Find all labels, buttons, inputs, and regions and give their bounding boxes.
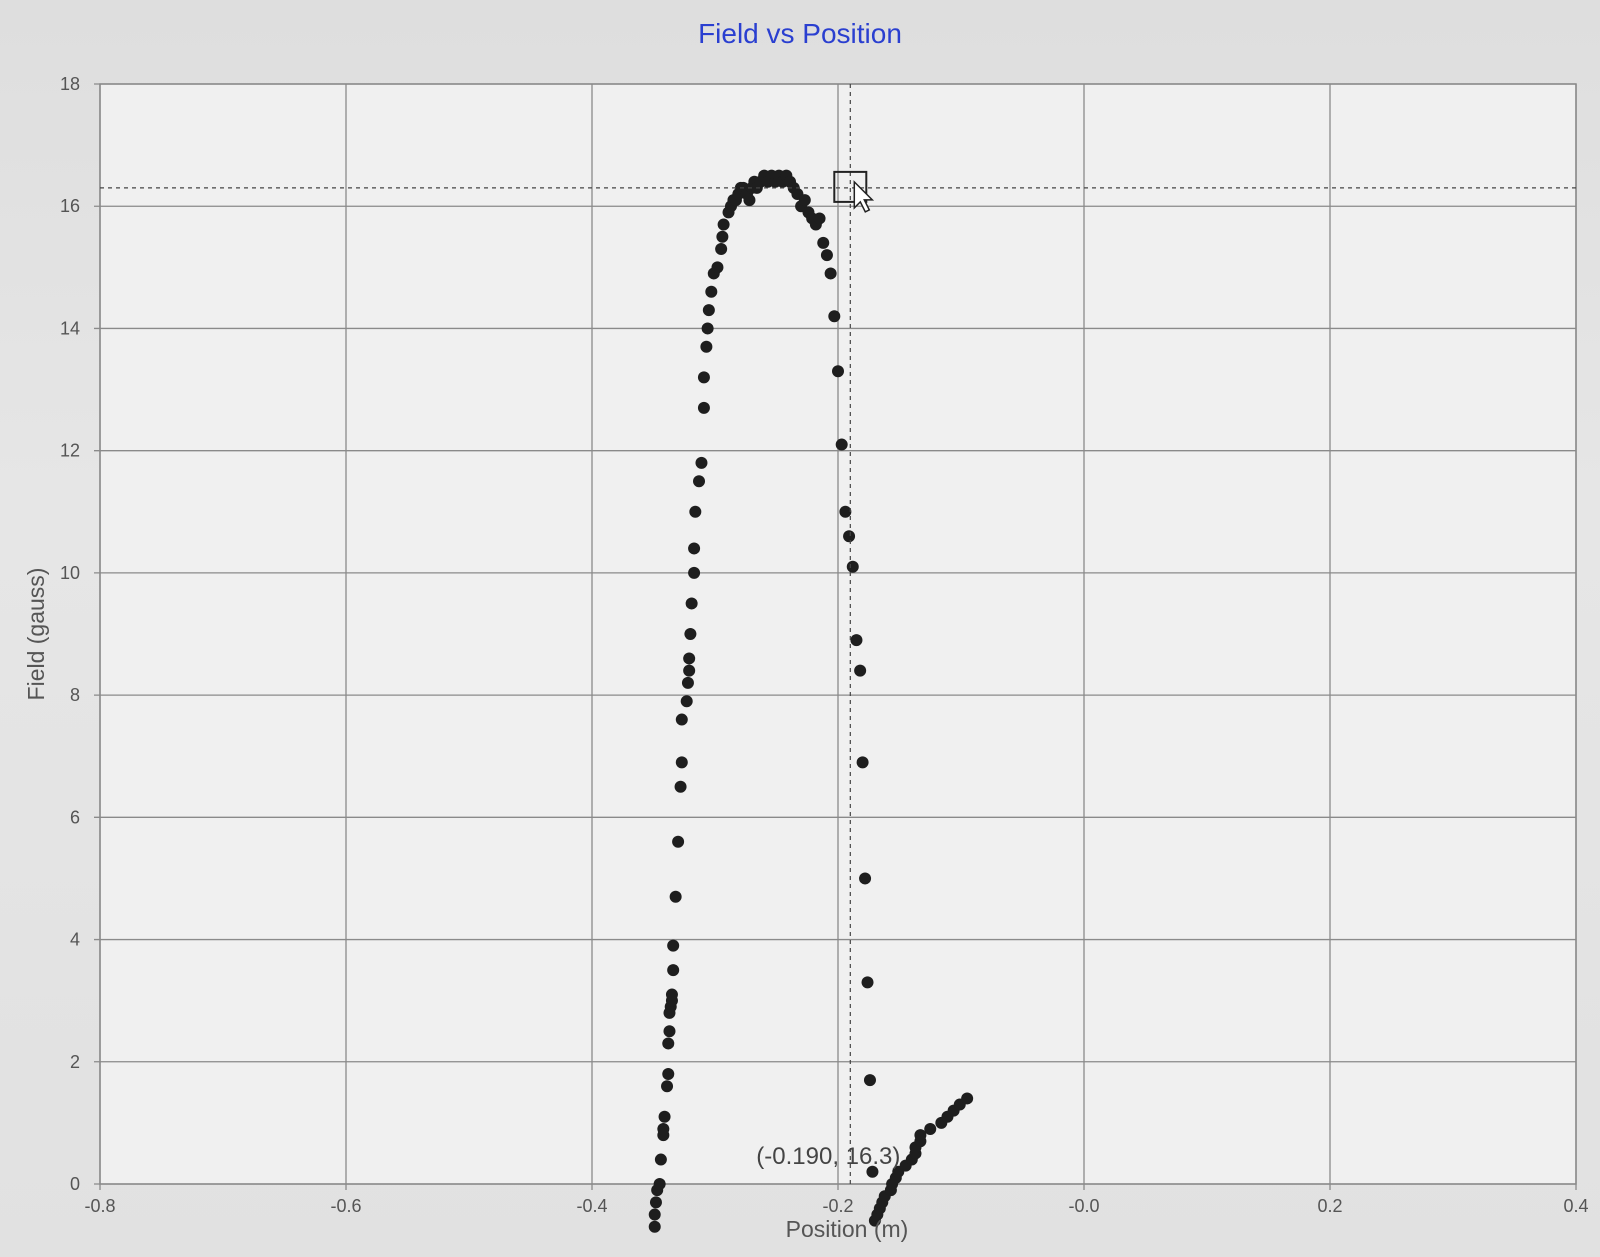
data-point — [697, 371, 710, 384]
data-point — [700, 340, 713, 353]
data-point — [839, 505, 852, 518]
y-tick-label: 2 — [70, 1052, 80, 1072]
data-point — [684, 628, 697, 640]
data-point — [667, 964, 680, 977]
data-point — [798, 194, 811, 207]
y-tick-label: 4 — [70, 930, 80, 950]
data-point — [743, 194, 756, 207]
data-point — [828, 310, 841, 323]
data-point — [820, 249, 833, 262]
app-window: Field vs Position -0.8 -0.6 -0.4 -0.2 -0.0 0.… — [0, 0, 1600, 1257]
data-point — [674, 780, 687, 793]
data-point — [661, 1080, 674, 1093]
cursor-readout: (-0.190, 16.3) — [756, 1143, 900, 1170]
x-tick-label: -0.2 — [822, 1196, 853, 1216]
data-point — [697, 401, 710, 414]
y-tick-label: 6 — [70, 807, 80, 827]
data-point — [832, 365, 844, 378]
data-point — [824, 267, 837, 280]
y-tick-label: 8 — [70, 685, 80, 705]
data-point — [846, 560, 859, 573]
data-point — [675, 756, 688, 769]
data-point — [717, 218, 730, 231]
data-point — [850, 634, 863, 647]
y-tick-label: 0 — [70, 1174, 80, 1194]
data-point — [683, 664, 696, 677]
data-point — [675, 713, 688, 726]
data-point — [695, 456, 708, 469]
data-point — [854, 664, 867, 677]
x-tick-label: -0.6 — [330, 1196, 361, 1216]
data-point — [705, 285, 718, 298]
data-point — [672, 835, 685, 848]
x-axis-label: Position (m) — [786, 1216, 909, 1242]
data-point — [667, 939, 680, 952]
x-tick-label: 0.2 — [1317, 1196, 1342, 1216]
y-tick-label: 12 — [60, 441, 80, 461]
y-tick-label: 14 — [60, 318, 80, 338]
data-point — [688, 542, 701, 555]
y-axis-label: Field (gauss) — [23, 568, 49, 701]
data-point — [813, 212, 826, 225]
x-tick-label: 0.4 — [1563, 1196, 1588, 1216]
data-point — [702, 304, 715, 317]
data-point — [665, 988, 678, 1001]
y-tick-label: 16 — [60, 196, 80, 216]
data-point — [662, 1068, 675, 1080]
chart-plot[interactable]: -0.8 -0.6 -0.4 -0.2 -0.0 0.2 0.4 0 2 4 6 8 10 12 14 16 1… — [0, 0, 1600, 1257]
data-point — [680, 695, 693, 708]
data-point — [961, 1092, 974, 1105]
y-tick-label: 10 — [60, 563, 80, 583]
data-point — [835, 438, 848, 451]
data-point — [648, 1220, 661, 1233]
data-point — [663, 1025, 676, 1038]
data-point — [658, 1110, 671, 1123]
x-tick-label: -0.4 — [576, 1196, 607, 1216]
data-point — [649, 1196, 662, 1209]
data-point — [701, 322, 714, 335]
data-point — [843, 530, 856, 543]
y-tick-label: 18 — [60, 74, 80, 94]
data-point — [657, 1123, 670, 1135]
x-tick-label: -0.8 — [84, 1196, 115, 1216]
data-point — [859, 872, 872, 885]
data-point — [856, 756, 869, 769]
data-point — [654, 1153, 667, 1166]
data-point — [711, 261, 724, 274]
data-point — [861, 976, 874, 989]
data-point — [662, 1037, 675, 1050]
data-point — [648, 1208, 661, 1221]
data-point — [681, 676, 694, 689]
data-point — [924, 1123, 937, 1135]
data-point — [685, 597, 698, 610]
data-point — [689, 505, 702, 518]
data-point — [669, 890, 682, 903]
data-point — [693, 475, 706, 488]
data-point — [716, 230, 729, 243]
data-point — [715, 243, 728, 255]
data-point — [688, 566, 701, 579]
data-point — [817, 236, 830, 249]
x-tick-label: -0.0 — [1068, 1196, 1099, 1216]
data-point — [653, 1178, 666, 1190]
data-point — [863, 1074, 876, 1087]
data-point — [683, 652, 696, 665]
